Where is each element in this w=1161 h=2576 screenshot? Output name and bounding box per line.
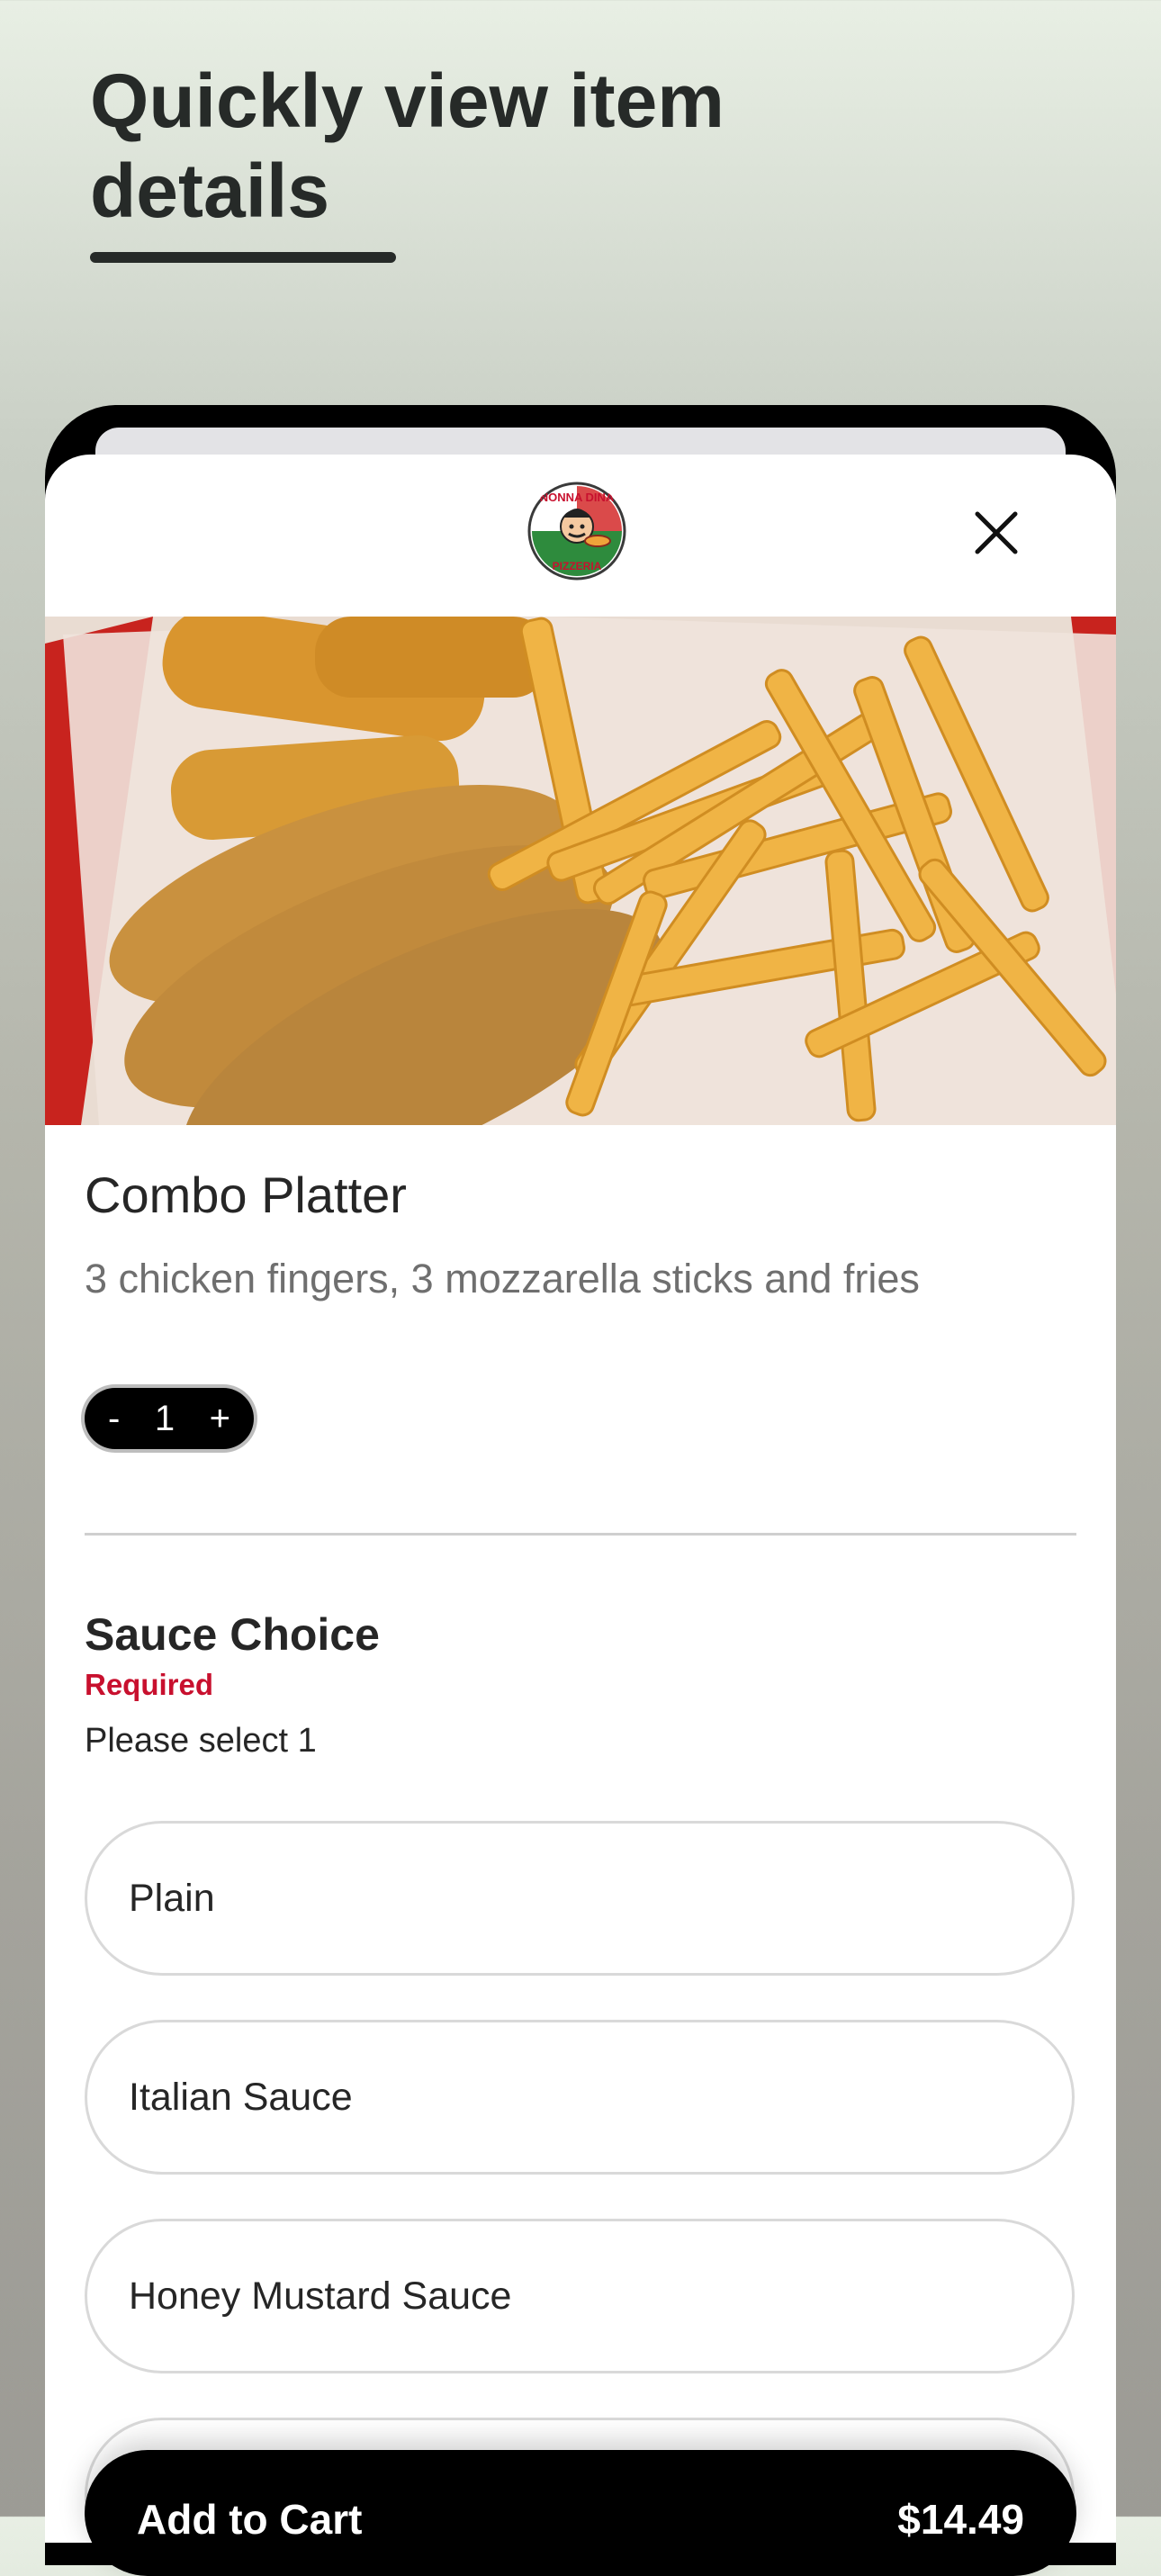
cart-price: $14.49 bbox=[897, 2496, 1024, 2543]
item-description: 3 chicken fingers, 3 mozzarella sticks a… bbox=[85, 1256, 920, 1302]
close-icon[interactable] bbox=[965, 501, 1028, 564]
option-italian-sauce[interactable]: Italian Sauce bbox=[85, 2020, 1075, 2175]
item-detail-sheet: NONNA DINA PIZZERIA Combo Platter 3 chic… bbox=[45, 455, 1116, 2543]
pizzeria-logo-icon: NONNA DINA PIZZERIA bbox=[527, 482, 626, 581]
promo-underline bbox=[90, 252, 396, 263]
item-title: Combo Platter bbox=[85, 1166, 407, 1223]
logo-text-bottom: PIZZERIA bbox=[553, 560, 602, 572]
divider bbox=[85, 1533, 1076, 1536]
increment-button[interactable]: + bbox=[210, 1399, 230, 1439]
option-honey-mustard-sauce[interactable]: Honey Mustard Sauce bbox=[85, 2219, 1075, 2373]
option-plain[interactable]: Plain bbox=[85, 1821, 1075, 1976]
logo-text-top: NONNA DINA bbox=[540, 491, 615, 504]
quantity-value: 1 bbox=[154, 1398, 176, 1438]
add-to-cart-button[interactable]: Add to Cart $14.49 bbox=[85, 2450, 1076, 2576]
add-to-cart-label: Add to Cart bbox=[137, 2496, 363, 2543]
food-photo bbox=[45, 617, 1116, 1125]
required-badge: Required bbox=[85, 1668, 214, 1701]
option-group-hint: Please select 1 bbox=[85, 1722, 317, 1760]
option-group-title: Sauce Choice bbox=[85, 1609, 380, 1660]
quantity-stepper[interactable]: - 1 + bbox=[85, 1388, 254, 1449]
decrement-button[interactable]: - bbox=[108, 1399, 120, 1439]
promo-title: Quickly view item details bbox=[90, 59, 724, 233]
